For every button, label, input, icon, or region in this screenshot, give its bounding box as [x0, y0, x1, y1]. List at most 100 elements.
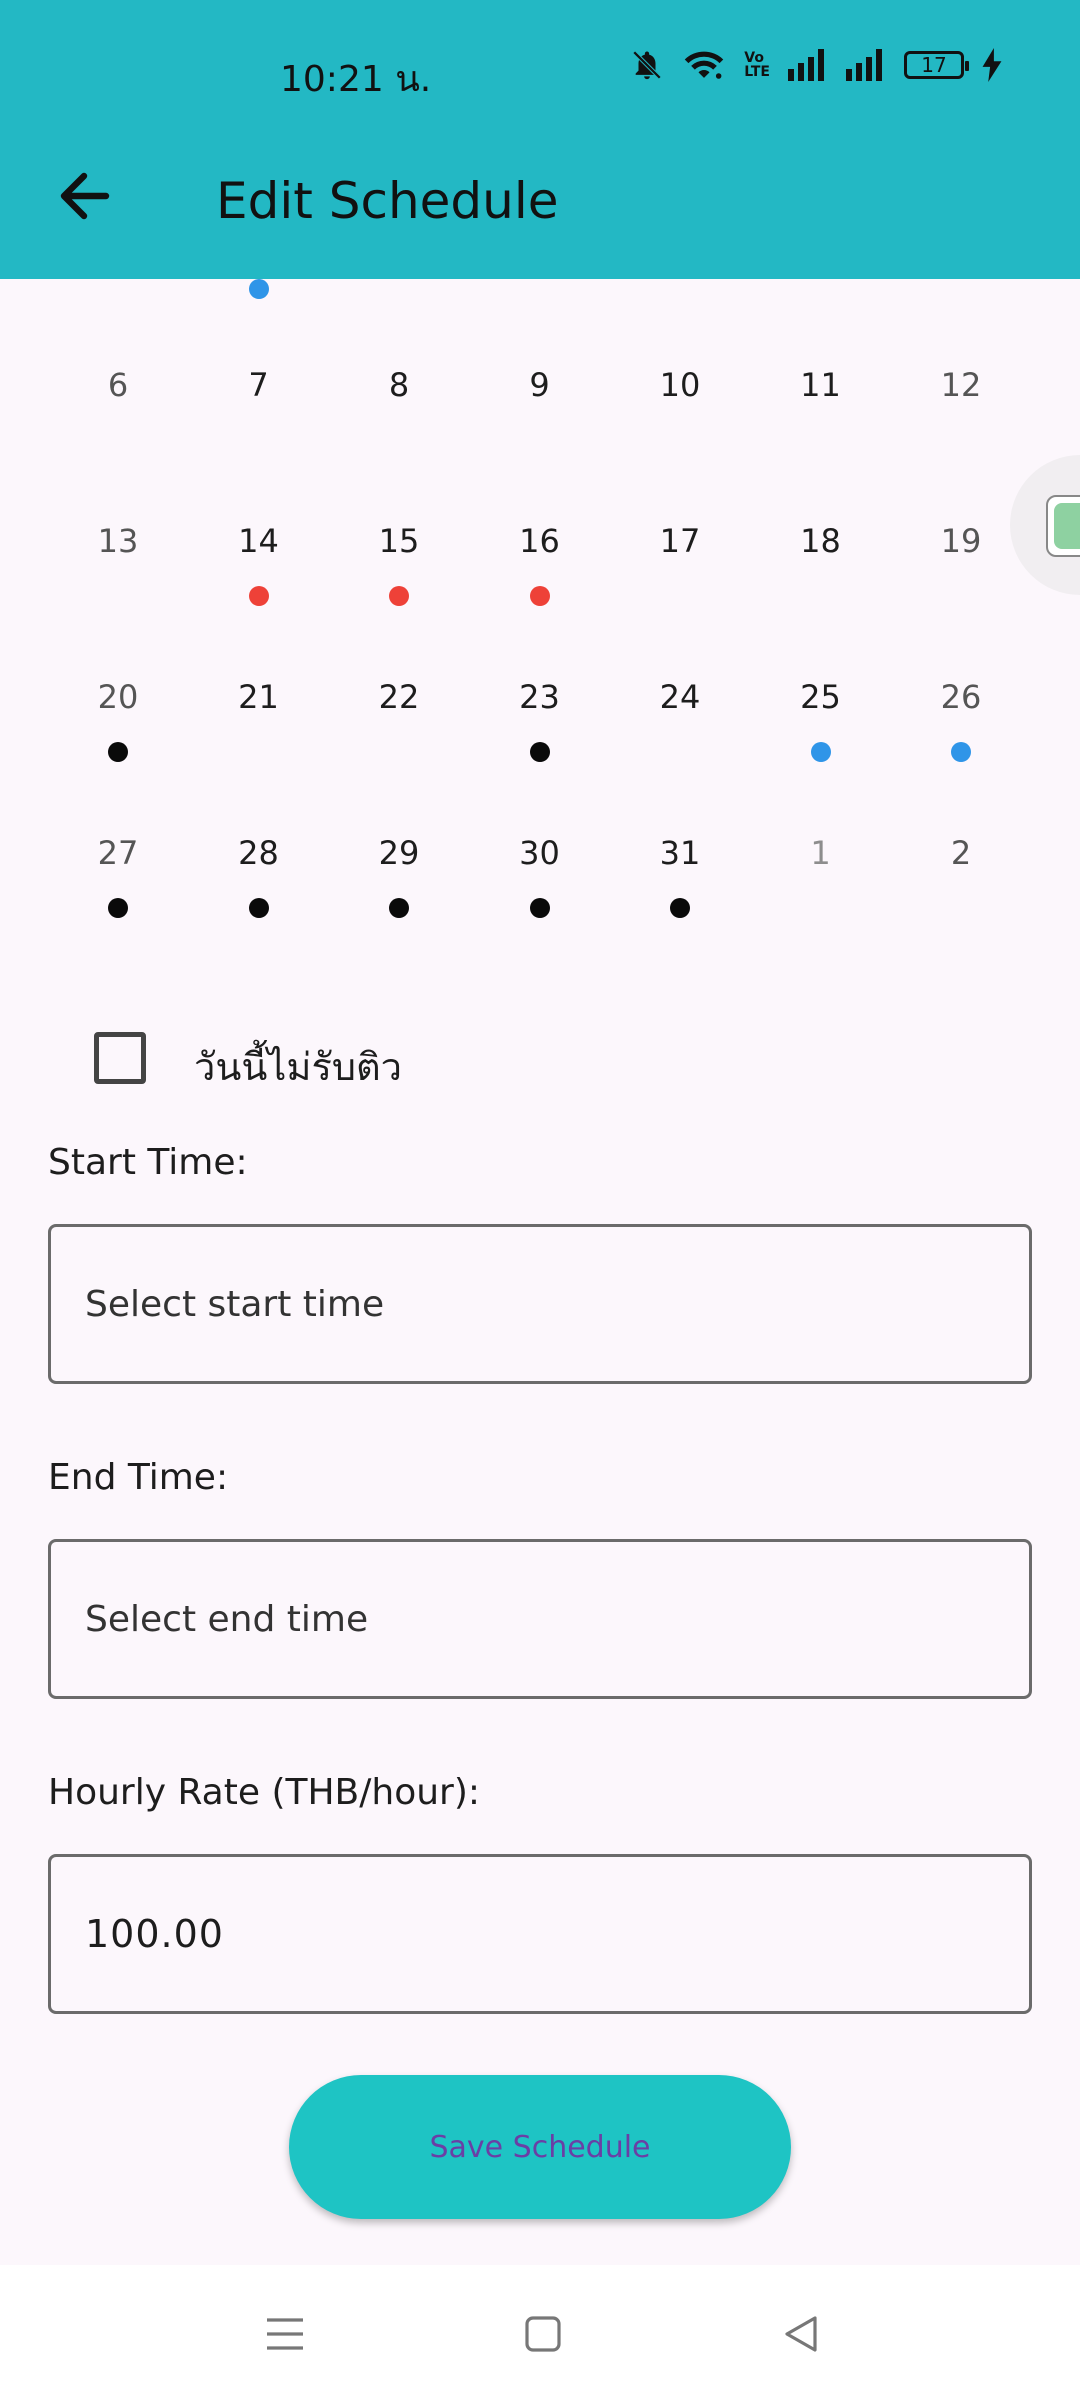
calendar-day-number: 2	[950, 834, 972, 872]
calendar-day-number: 20	[97, 678, 139, 716]
calendar-day-number: 25	[800, 678, 841, 716]
hourly-rate-label: Hourly Rate (THB/hour):	[48, 1772, 481, 1813]
calendar-day-number: 13	[97, 522, 139, 560]
calendar-day[interactable]: 12	[891, 366, 1031, 522]
day-off-label: วันนี้ไม่รับติว	[194, 1045, 402, 1089]
calendar-day[interactable]: 6	[48, 366, 188, 522]
calendar-event-dot	[951, 742, 971, 762]
save-schedule-button[interactable]: Save Schedule	[289, 2075, 791, 2219]
calendar-day-number: 15	[378, 522, 420, 560]
end-time-field[interactable]: Select end time	[48, 1539, 1032, 1699]
calendar-day[interactable]: 16	[470, 522, 610, 678]
calendar-day-number: 27	[97, 834, 139, 872]
page-title: Edit Schedule	[216, 172, 559, 230]
calendar-event-dot	[248, 586, 269, 606]
calendar-day[interactable]: 7	[189, 366, 329, 522]
calendar-event-dot	[108, 742, 128, 762]
calendar-day[interactable]: 25	[751, 678, 891, 834]
signal-icon-2	[846, 49, 882, 81]
calendar-day[interactable]: 1	[751, 834, 891, 990]
bell-off-icon	[633, 50, 662, 80]
status-time: 10:21 น.	[280, 59, 432, 100]
start-time-field[interactable]: Select start time	[48, 1224, 1032, 1384]
calendar-day[interactable]: 18	[751, 522, 891, 678]
calendar-day-number: 14	[238, 522, 279, 560]
calendar-day-number: 7	[248, 366, 269, 404]
calendar-day-number: 17	[659, 522, 701, 560]
calendar-week: 20 21 22 23 24 25 26	[48, 678, 1032, 834]
calendar-event-dot	[810, 742, 831, 762]
calendar-event-dot	[108, 898, 128, 918]
calendar-day-number: 6	[107, 366, 129, 404]
start-time-label: Start Time:	[48, 1142, 248, 1183]
calendar-day-number: 24	[659, 678, 701, 716]
calendar-day[interactable]: 21	[189, 678, 329, 834]
triangle-back-icon	[785, 2316, 817, 2352]
back-nav-button[interactable]	[776, 2309, 826, 2359]
calendar-day-number: 18	[800, 522, 841, 560]
calendar-day-number: 16	[519, 522, 560, 560]
calendar-week: 6 7 8 9 10 11 12	[48, 366, 1032, 522]
calendar-day[interactable]: 13	[48, 522, 188, 678]
calendar-event-dot	[389, 586, 409, 606]
calendar-day[interactable]: 20	[48, 678, 188, 834]
calendar-day[interactable]: 24	[610, 678, 750, 834]
square-icon	[525, 2316, 561, 2352]
calendar-day-number: 29	[378, 834, 420, 872]
calendar-day[interactable]: 23	[470, 678, 610, 834]
calendar-day-number: 10	[659, 366, 701, 404]
calendar-event-dot	[248, 898, 269, 918]
calendar-day-number: 31	[659, 834, 701, 872]
calendar-day[interactable]: 9	[470, 366, 610, 522]
hourly-rate-input[interactable]: 100.00	[48, 1854, 1032, 2014]
calendar-day-number: 22	[378, 678, 420, 716]
day-off-checkbox[interactable]	[94, 1032, 146, 1084]
calendar-day[interactable]: 11	[751, 366, 891, 522]
calendar-event-dot	[249, 279, 269, 299]
calendar-day[interactable]: 8	[329, 366, 469, 522]
calendar-day[interactable]: 19	[891, 522, 1031, 678]
calendar-event-dot	[670, 898, 690, 918]
calendar-day[interactable]: 14	[189, 522, 329, 678]
calendar-event-dot	[529, 586, 550, 606]
menu-icon	[267, 2318, 303, 2350]
calendar-day-number: 9	[529, 366, 550, 404]
wifi-icon	[685, 51, 724, 79]
calendar-week: 13 14 15 16 17 18 19	[48, 522, 1032, 678]
volte-icon: Vo LTE	[744, 50, 770, 80]
calendar-day[interactable]: 17	[610, 522, 750, 678]
end-time-label: End Time:	[48, 1457, 229, 1498]
calendar-day[interactable]: 26	[891, 678, 1031, 834]
arrow-left-icon	[60, 172, 110, 220]
calendar-day-number: 26	[940, 678, 982, 716]
calendar-event-dot	[529, 898, 550, 918]
calendar-day-number: 11	[800, 366, 841, 404]
calendar-day-number: 21	[238, 678, 279, 716]
calendar-day-number: 1	[810, 834, 831, 872]
calendar-week: 27 28 29 30 31 1 2	[48, 834, 1032, 990]
calendar-day-number: 30	[519, 834, 560, 872]
back-button[interactable]	[48, 160, 120, 232]
charging-icon	[982, 48, 1002, 82]
calendar-day[interactable]: 2	[891, 834, 1031, 990]
calendar-day[interactable]: 31	[610, 834, 750, 990]
menu-nav-button[interactable]	[260, 2309, 310, 2359]
calendar-event-dot	[529, 742, 550, 762]
calendar-day[interactable]: 29	[329, 834, 469, 990]
app-bar: 10:21 น. Vo LTE 17 Edit Schedule	[0, 0, 1080, 279]
chat-icon	[1046, 495, 1080, 557]
signal-icon	[788, 49, 824, 81]
home-nav-button[interactable]	[518, 2309, 568, 2359]
system-nav-bar	[0, 2265, 1080, 2400]
calendar-day-number: 23	[519, 678, 560, 716]
calendar-day-number: 28	[238, 834, 279, 872]
calendar-day[interactable]: 22	[329, 678, 469, 834]
calendar-day[interactable]: 30	[470, 834, 610, 990]
calendar-day[interactable]: 15	[329, 522, 469, 678]
calendar-day[interactable]: 28	[189, 834, 329, 990]
calendar-day[interactable]: 27	[48, 834, 188, 990]
battery-icon: 17	[904, 51, 969, 79]
calendar-day[interactable]: 10	[610, 366, 750, 522]
calendar-day-number: 8	[388, 366, 410, 404]
status-icons: Vo LTE 17	[630, 48, 1002, 82]
